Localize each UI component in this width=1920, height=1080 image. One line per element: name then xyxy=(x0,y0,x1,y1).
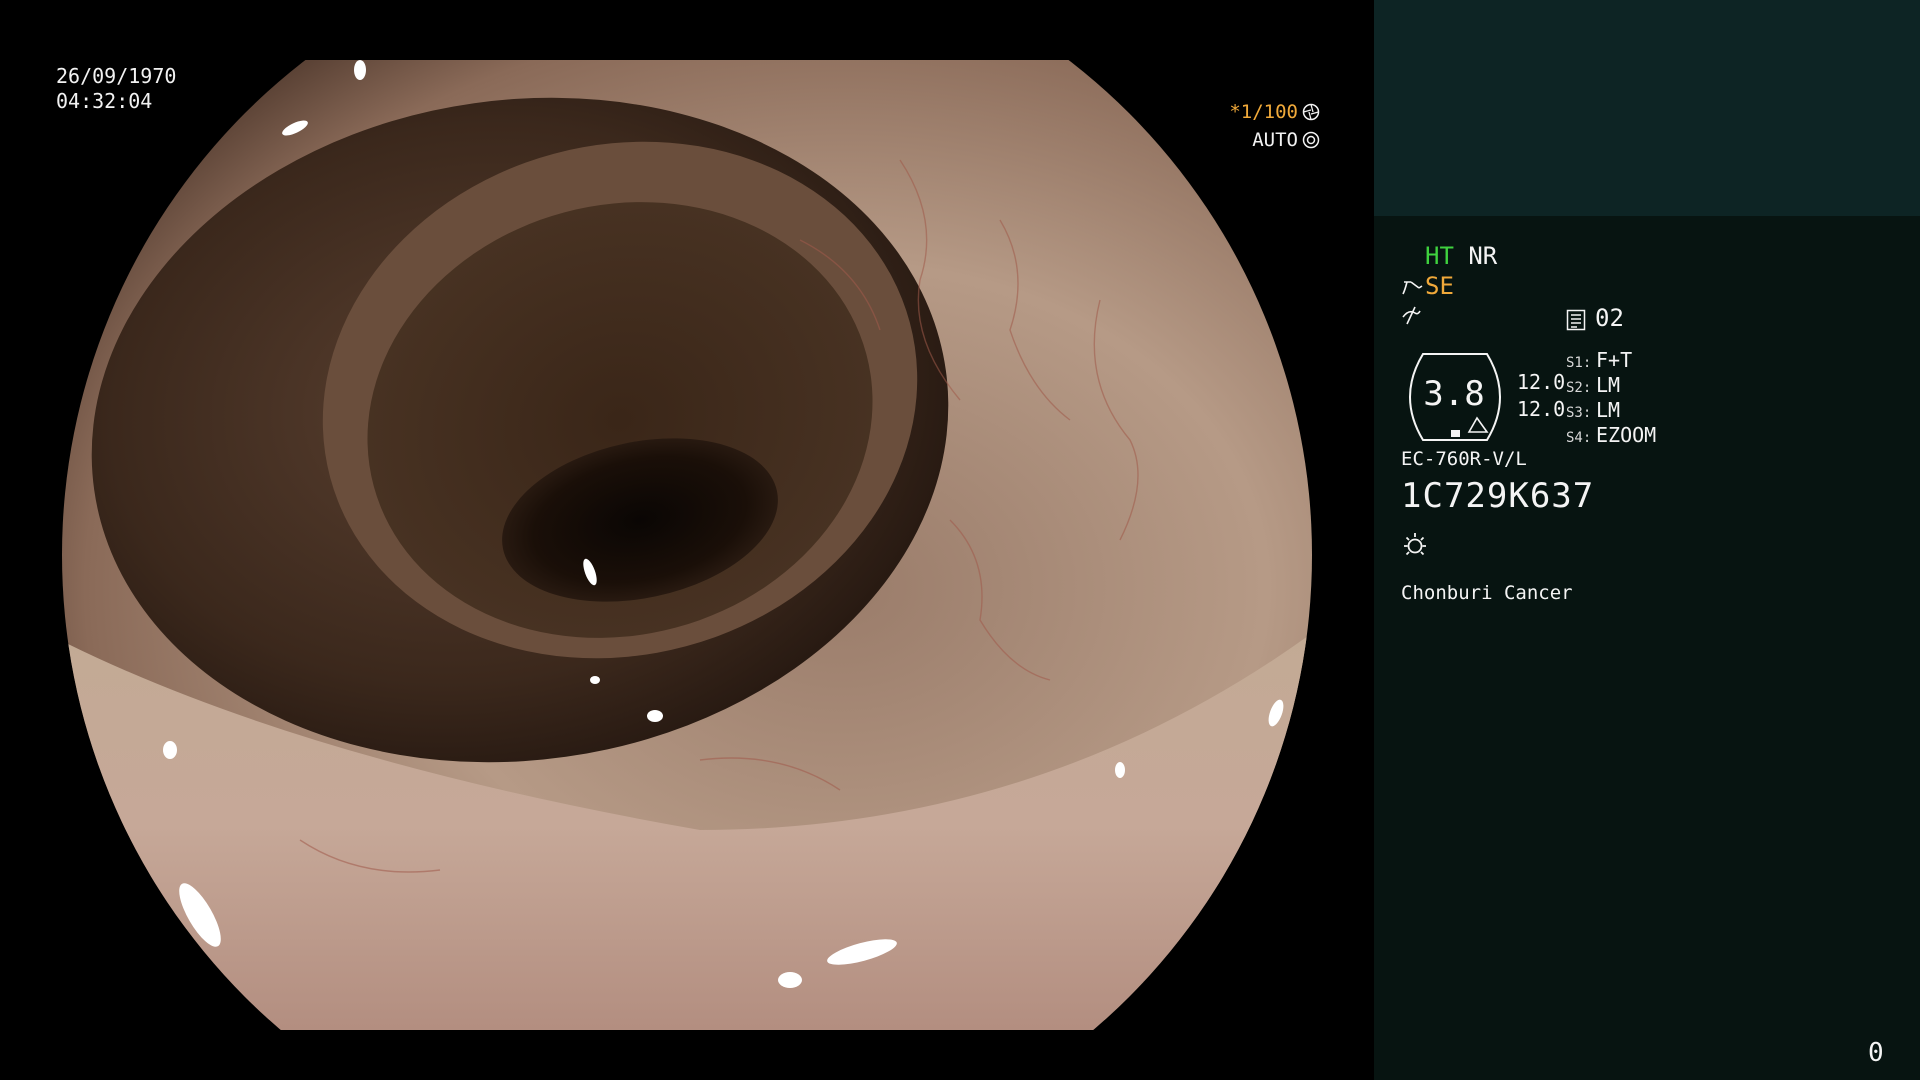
ht-label: HT xyxy=(1425,242,1454,270)
enhancement-line: HT NR xyxy=(1425,242,1497,270)
switch-key: S3: xyxy=(1566,405,1592,421)
time-text: 04:32:04 xyxy=(56,89,153,113)
nr-label: NR xyxy=(1468,242,1498,270)
switch-line: S1: F+T xyxy=(1566,348,1632,372)
switch-key: S4: xyxy=(1566,430,1592,446)
date-time-overlay: 26/09/1970 04:32:04 xyxy=(56,64,176,114)
colon-lumen-image xyxy=(62,60,1312,1030)
switch-key: S1: xyxy=(1566,355,1592,371)
scope-model: EC-760R-V/L xyxy=(1401,448,1527,470)
mode-number: 02 xyxy=(1595,304,1624,332)
switch-value: F+T xyxy=(1596,348,1633,372)
image-counter: 0 xyxy=(1868,1038,1884,1068)
iris-icon xyxy=(1302,131,1320,149)
shutter-speed-text: *1/100 xyxy=(1229,101,1298,123)
switch-key: S2: xyxy=(1566,380,1592,396)
zoom-value: 3.8 xyxy=(1423,374,1485,414)
switch-value: EZOOM xyxy=(1596,423,1657,447)
zoom-setting-2: 12.0 xyxy=(1517,397,1566,421)
switch-line: S2: LM xyxy=(1566,373,1620,397)
exposure-overlay: *1/100 AUTO xyxy=(1229,98,1320,154)
switch-value: LM xyxy=(1596,373,1621,397)
switch-line: S3: LM xyxy=(1566,398,1620,422)
info-panel: HT NR SE 02 3.8 12.0 12.0 S1: F+T S2: LM… xyxy=(1374,216,1920,1080)
mode-icon xyxy=(1566,309,1586,331)
hook-icon xyxy=(1402,281,1423,295)
flat-icon xyxy=(1402,306,1421,325)
zoom-setting-1: 12.0 xyxy=(1517,370,1566,394)
exposure-mode-text: AUTO xyxy=(1252,129,1298,151)
light-icon xyxy=(1404,533,1426,556)
endoscope-video-area: 26/09/1970 04:32:04 *1/100 AUTO xyxy=(0,0,1374,1080)
se-label: SE xyxy=(1425,272,1454,300)
aperture-icon xyxy=(1302,103,1320,121)
switch-line: S4: EZOOM xyxy=(1566,423,1656,447)
date-text: 26/09/1970 xyxy=(56,64,177,88)
info-panel-header xyxy=(1374,0,1920,216)
scope-serial: 1C729K637 xyxy=(1401,476,1595,516)
hospital-name: Chonburi Cancer xyxy=(1401,582,1573,604)
switch-value: LM xyxy=(1596,398,1621,422)
